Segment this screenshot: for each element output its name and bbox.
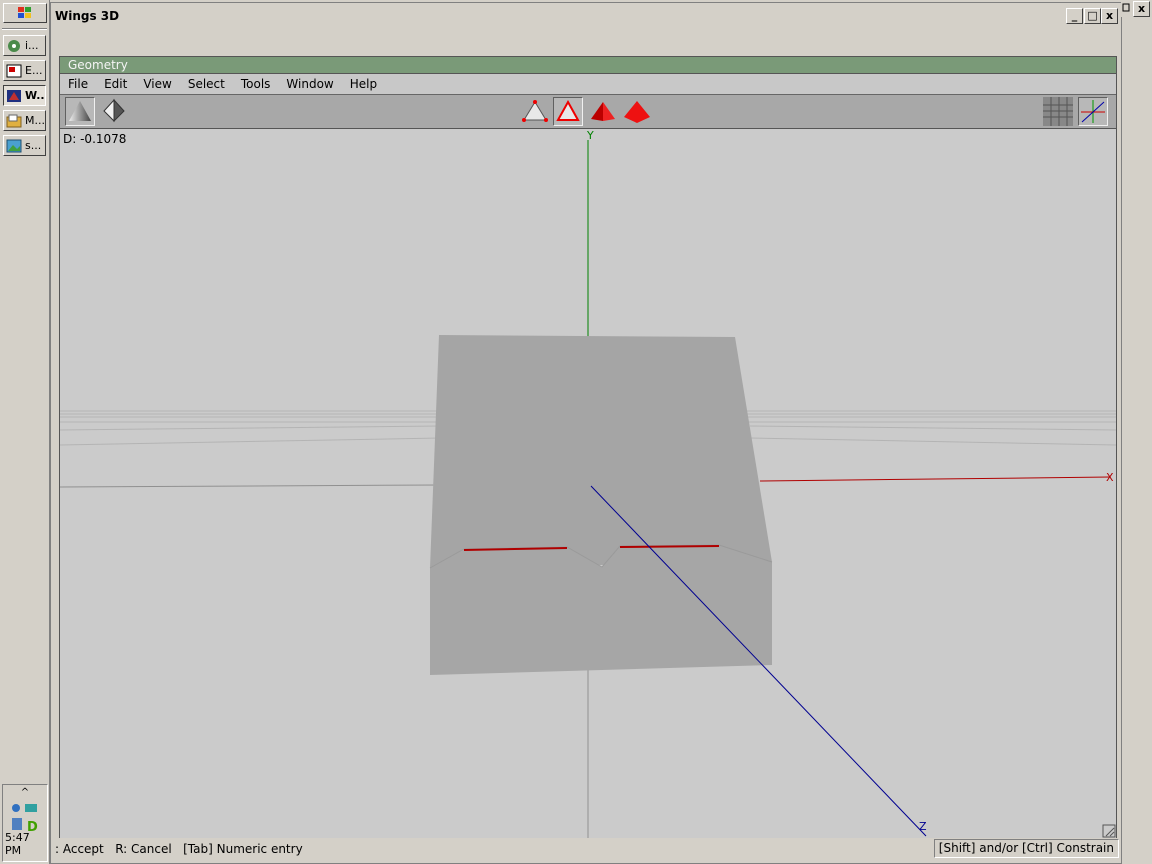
display-icon [12,818,22,830]
axes-toggle-button[interactable] [1078,97,1108,126]
minimize-button[interactable]: _ [1066,8,1083,24]
maximize-button[interactable]: □ [1084,8,1101,24]
taskbar: i... E... W... M... s... ^ [0,0,50,864]
viewport-scene: Y X Z [60,130,1116,838]
windows-logo-icon [18,7,31,18]
menu-bar: File Edit View Select Tools Window Help [60,74,1116,95]
outer-close-button[interactable]: x [1133,1,1150,17]
menu-select[interactable]: Select [180,77,233,91]
outer-restore-button[interactable] [1121,1,1131,17]
volume-icon [25,804,37,812]
flat-shading-icon [103,98,125,123]
face-select-icon [591,102,615,121]
menu-window[interactable]: Window [278,77,341,91]
taskbar-item-label: M... [25,114,45,127]
box-top-face [430,335,772,568]
geometry-title-bar[interactable]: Geometry [60,57,1116,74]
status-hint: : Accept R: Cancel [Tab] Numeric entry [55,842,303,856]
smooth-shading-button[interactable] [65,97,95,126]
box-object [429,335,773,675]
taskbar-item-wings3d[interactable]: W... [3,85,46,106]
taskbar-item-label: E... [25,64,43,77]
system-tray: ^ D 5:47 PM [2,784,48,862]
close-button[interactable]: x [1101,8,1118,24]
flat-shading-button[interactable] [100,97,130,126]
menu-tools[interactable]: Tools [233,77,279,91]
menu-edit[interactable]: Edit [96,77,135,91]
taskbar-item-label: i... [25,39,39,52]
start-button[interactable] [3,3,47,23]
media-player-icon [8,39,20,52]
status-bar: : Accept R: Cancel [Tab] Numeric entry [… [51,838,1121,860]
menu-view[interactable]: View [135,77,179,91]
grid-axis-line [60,484,441,488]
taskbar-separator [2,28,47,30]
x-axis-line [759,476,1111,482]
edge-select-button[interactable] [553,97,583,126]
wings3d-icon [7,89,21,102]
object-select-button[interactable] [622,97,652,126]
taskbar-item-files[interactable]: M... [3,110,46,131]
selected-edge-right [619,545,720,548]
taskbar-item-label: s... [25,139,42,152]
restore-icon [1122,3,1130,12]
taskbar-item-editor[interactable]: E... [3,60,46,81]
axes-icon [1081,100,1105,123]
menu-file[interactable]: File [60,77,96,91]
smooth-shading-icon [69,101,91,121]
resize-grip-icon [1102,824,1116,838]
taskbar-item-media[interactable]: i... [3,35,46,56]
network-icon [12,804,20,812]
window-title: Wings 3D [55,9,120,23]
video-editor-icon [6,64,22,77]
menu-help[interactable]: Help [342,77,385,91]
clock: 5:47 PM [5,831,30,857]
3d-viewport[interactable]: Y X Z D: -0.1078 [60,130,1116,838]
groundplane-icon [1043,97,1073,126]
tray-expand-button[interactable]: ^ [3,787,47,798]
image-viewer-icon [6,139,22,152]
object-select-icon [624,101,650,123]
y-axis-label: Y [586,130,594,142]
edge-select-icon [556,99,580,121]
file-manager-icon [6,114,22,127]
status-constrain-hint: [Shift] and/or [Ctrl] Constrain [933,839,1119,858]
distance-readout: D: -0.1078 [63,132,127,146]
taskbar-item-viewer[interactable]: s... [3,135,46,156]
z-axis-label: Z [919,820,927,833]
title-bar[interactable]: Wings 3D _ □ x [51,5,1121,27]
face-select-button[interactable] [588,97,618,126]
x-axis-label: X [1106,471,1114,484]
tray-icons: D [12,804,38,835]
toolbar [60,95,1116,129]
vertex-select-button[interactable] [520,97,550,126]
groundplane-toggle-button[interactable] [1043,97,1073,126]
taskbar-item-label: W... [25,89,45,102]
geometry-panel: Geometry File Edit View Select Tools Win… [59,56,1117,838]
vertex-select-icon [522,100,548,122]
